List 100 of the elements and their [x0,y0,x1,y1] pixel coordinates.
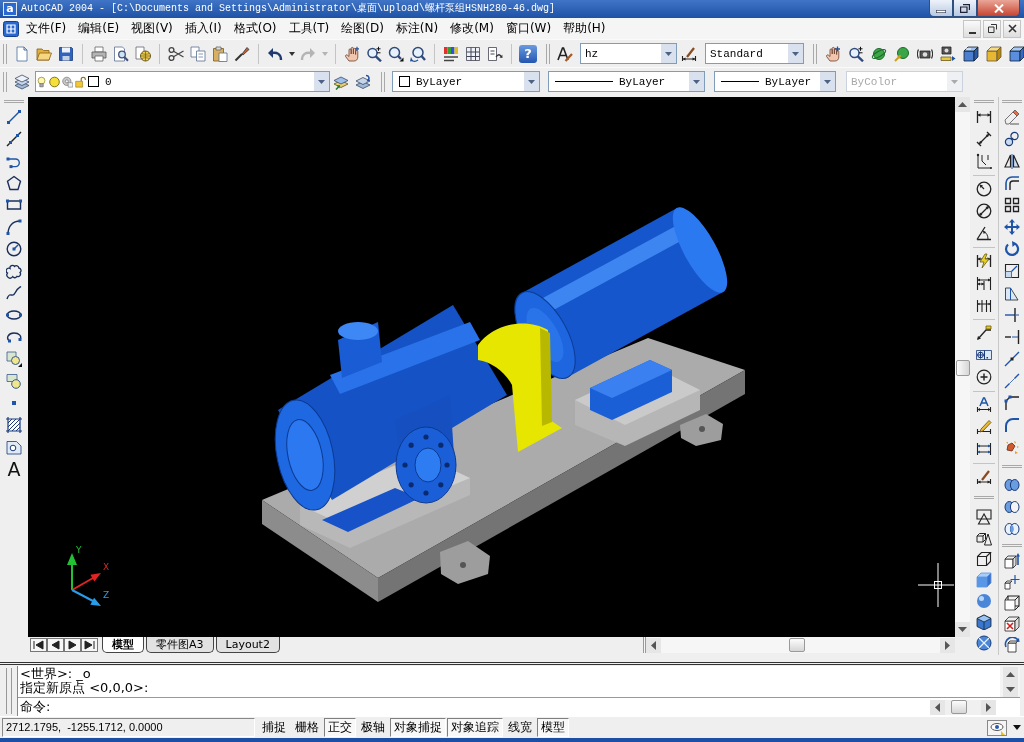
line-point-icon[interactable] [1003,351,1020,367]
color-swatch-icon[interactable] [399,76,410,87]
line-toward-edge-icon[interactable] [1003,329,1020,345]
box-plus-icon[interactable] [1003,573,1020,590]
two-boxes-icon[interactable] [1003,594,1020,611]
folder-icon[interactable] [36,45,52,62]
menu-item[interactable]: 编辑(E) [72,19,126,38]
dimension-style-dropdown[interactable]: Standard [705,43,804,64]
scroll-thumb[interactable] [955,360,970,376]
line-points-icon[interactable] [6,131,22,147]
menu-item[interactable]: 工具(T) [282,19,336,38]
lightning-dimension-icon[interactable] [976,253,993,269]
layers-return-icon[interactable] [355,73,371,90]
block-insert-icon[interactable] [6,351,22,367]
double-dimension-icon[interactable] [976,441,993,457]
box-icon[interactable] [962,45,979,62]
drawing-area[interactable]: Y X Z [28,97,955,637]
dimension-brush-icon[interactable] [680,45,697,62]
paintbrush-icon[interactable] [234,45,250,62]
next-tab-icon[interactable] [64,638,81,652]
menu-item[interactable]: 窗口(W) [499,19,558,38]
block-icon[interactable] [6,373,22,389]
menu-arrow-icon[interactable] [1013,725,1021,730]
overlapping-circles-icon[interactable] [1003,477,1020,493]
scroll-left-icon[interactable] [930,699,945,715]
angular-dimension-icon[interactable] [976,225,993,241]
close-button[interactable] [977,0,1020,17]
spline-icon[interactable] [6,285,22,301]
overlapping-circles-icon[interactable] [1003,499,1020,515]
cloud-icon[interactable] [6,263,22,279]
move-arrows-icon[interactable] [1003,219,1020,235]
color-dropdown[interactable]: ByLayer [392,71,540,92]
menu-item[interactable]: 标注(N) [389,19,445,38]
page-globe-icon[interactable] [135,45,151,62]
color-swatch-icon[interactable] [88,76,99,87]
last-tab-icon[interactable] [81,638,98,652]
magnifier-plus-minus-icon[interactable] [847,45,864,62]
box-icon[interactable] [1008,45,1024,62]
layout-tab[interactable]: 模型 [102,637,144,653]
nested-squares-icon[interactable] [1003,263,1020,279]
magnifier-plus-minus-icon[interactable] [366,45,382,62]
linetype-dropdown[interactable]: ByLayer [548,71,705,92]
text-tool-button[interactable]: A [3,458,25,480]
status-toggle-button[interactable]: 模型 [537,718,569,737]
rounded-corner-icon[interactable] [1003,417,1020,433]
color-bars-icon[interactable] [443,45,459,62]
scroll-up-icon[interactable] [1002,666,1018,682]
scroll-left-icon[interactable] [646,637,661,653]
status-toggle-button[interactable]: 正交 [324,718,356,737]
scroll-up-icon[interactable] [955,97,970,112]
continue-dimension-icon[interactable] [976,297,993,313]
circle-radius-icon[interactable] [6,241,22,257]
menu-item[interactable]: 帮助(H) [557,19,612,38]
menu-item[interactable]: 视图(V) [125,19,179,38]
page-arrow-icon[interactable] [487,45,503,62]
two-circles-icon[interactable] [1003,131,1020,147]
status-toggle-button[interactable]: 对象捕捉 [390,718,446,737]
solid-box-icon[interactable] [976,571,993,588]
status-toggle-button[interactable]: 对象追踪 [447,718,503,737]
text-style-dropdown[interactable]: hz [580,43,677,64]
mirror-triangles-icon[interactable] [1003,153,1020,169]
menu-item[interactable]: 绘图(D) [335,19,390,38]
parallel-curves-icon[interactable] [1003,175,1020,191]
layout-tab[interactable]: Layout2 [215,637,280,653]
caret-icon[interactable] [288,51,295,56]
lineweight-dropdown[interactable]: ByLayer [714,71,836,92]
status-toggle-button[interactable]: 栅格 [291,718,323,737]
hatch-icon[interactable] [6,417,22,433]
scroll-right-icon[interactable] [981,699,996,715]
scroll-right-icon[interactable] [940,637,955,653]
magnifier-arrow-icon[interactable] [410,45,426,62]
box-icon[interactable] [985,45,1002,62]
slanted-shape-icon[interactable] [1003,285,1020,301]
ellipse-icon[interactable] [6,307,22,323]
page-magnifier-icon[interactable] [113,45,129,62]
sphere-cross-icon[interactable] [976,634,993,651]
scroll-thumb[interactable] [789,638,805,652]
cube-icon[interactable] [976,613,993,630]
chamfer-corner-icon[interactable] [1003,395,1020,411]
ringed-sphere-icon[interactable] [870,45,887,62]
horizontal-scrollbar[interactable] [643,637,955,653]
previous-tab-icon[interactable] [47,638,64,652]
layer-stack-icon[interactable] [14,73,30,90]
aligned-dimension-icon[interactable] [976,131,993,147]
pentagon-icon[interactable] [6,175,22,191]
ordinate-dimension-icon[interactable] [976,153,993,169]
vertical-scrollbar[interactable] [955,97,970,637]
layer-dropdown[interactable]: 0 [35,71,330,92]
arc-icon[interactable] [6,219,22,235]
box-rotate-arrow-icon[interactable] [1003,636,1020,653]
menu-item[interactable]: 格式(O) [227,19,283,38]
two-pages-icon[interactable] [190,45,206,62]
status-toggle-button[interactable]: 极轴 [357,718,389,737]
dimension-brush-icon[interactable] [976,469,993,485]
square-grid-icon[interactable] [1003,197,1020,213]
rectangle-icon[interactable] [6,197,22,213]
clipboard-icon[interactable] [212,45,228,62]
dimension-text-icon[interactable] [976,397,993,413]
help-button[interactable]: ? [519,44,537,63]
triangle-frame-icon[interactable] [976,508,993,525]
